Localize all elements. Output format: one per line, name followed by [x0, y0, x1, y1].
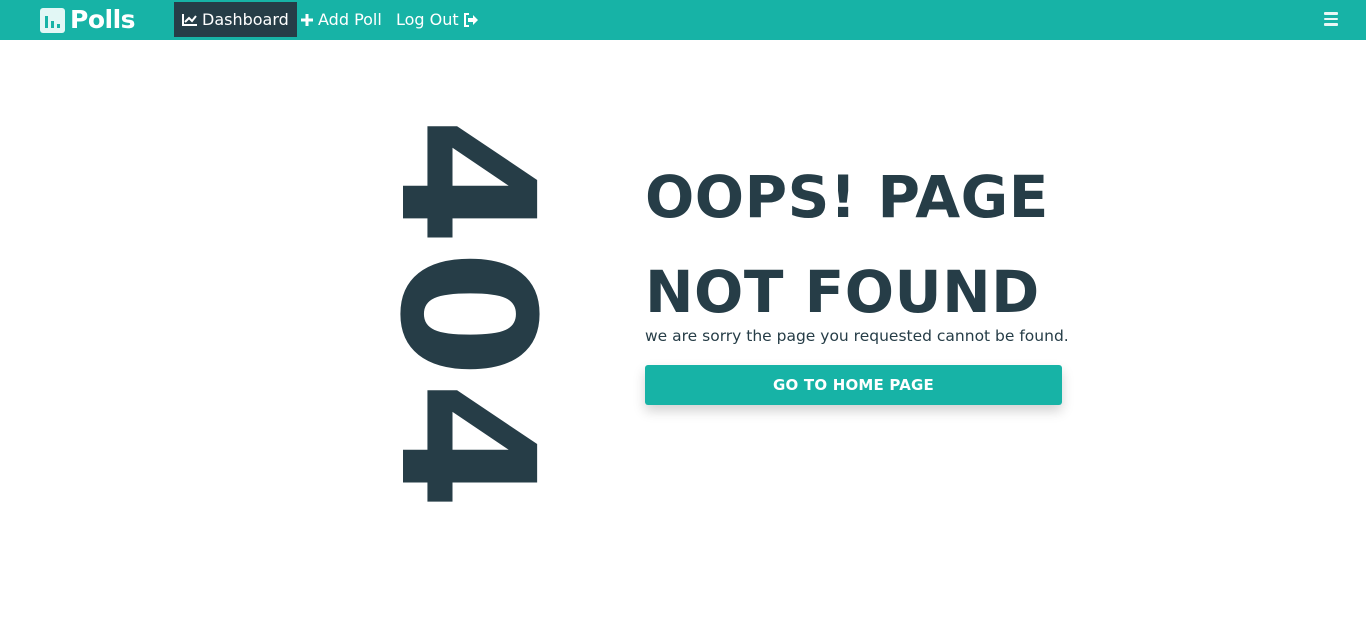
navbar: Polls Dashboard Add Poll Log Out: [0, 0, 1366, 40]
nav-log-out[interactable]: Log Out: [388, 2, 487, 37]
nav-dashboard[interactable]: Dashboard: [174, 2, 297, 37]
brand-link[interactable]: Polls: [40, 5, 136, 35]
nav-dashboard-label: Dashboard: [202, 10, 289, 29]
nav-log-out-label: Log Out: [396, 10, 459, 29]
nav-add-poll-label: Add Poll: [318, 10, 382, 29]
error-code: 404: [359, 117, 573, 515]
go-to-home-button[interactable]: GO TO HOME PAGE: [645, 365, 1062, 405]
error-message: we are sorry the page you requested cann…: [645, 327, 1069, 345]
error-heading-line-2: NOT FOUND: [645, 258, 1040, 326]
sign-out-icon: [463, 12, 478, 27]
nav-add-poll[interactable]: Add Poll: [292, 2, 390, 37]
brand-name: Polls: [70, 5, 136, 34]
hamburger-icon[interactable]: [1324, 12, 1338, 26]
plus-icon: [301, 13, 313, 26]
error-heading: OOPS! PAGE NOT FOUND: [645, 150, 1075, 340]
line-chart-icon: [182, 14, 197, 26]
error-heading-line-1: OOPS! PAGE: [645, 163, 1049, 231]
bar-chart-icon: [40, 7, 65, 33]
